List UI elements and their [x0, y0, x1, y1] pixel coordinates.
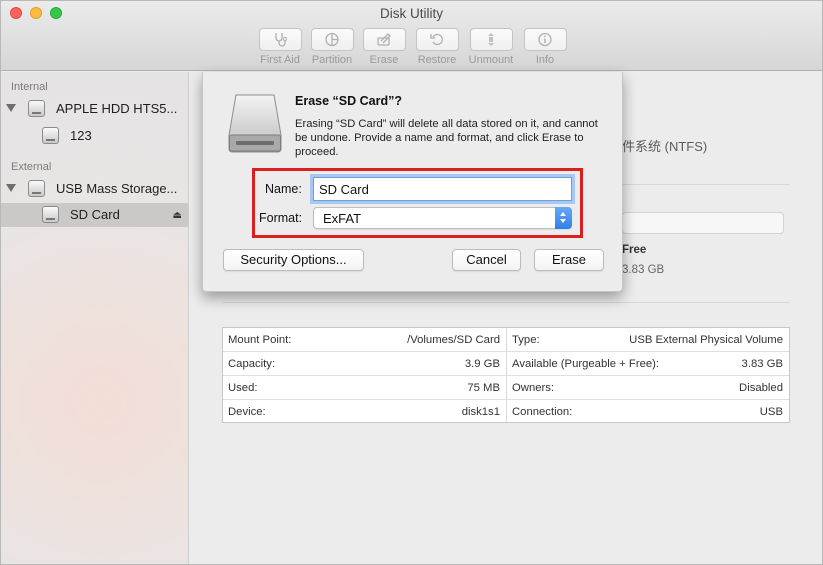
info-label: Info	[535, 54, 555, 66]
info-value: USB	[759, 406, 783, 418]
eject-icon[interactable]: ⏏	[173, 210, 182, 221]
restore-icon	[430, 33, 443, 46]
sidebar-item-label: 123	[70, 128, 92, 143]
external-disk-icon	[28, 180, 45, 197]
sidebar-item-label: USB Mass Storage...	[56, 181, 178, 196]
format-label: Format:	[259, 211, 303, 225]
unmount-icon	[488, 33, 494, 46]
usage-bar	[622, 212, 784, 234]
sidebar-item-sd-card[interactable]: SD Card ⏏	[1, 203, 188, 227]
first-aid-tool[interactable]: First Aid	[252, 28, 308, 66]
unmount-label: Unmount	[468, 54, 514, 66]
volume-info-table: Mount Point: /Volumes/SD Card Capacity: …	[222, 327, 790, 423]
unmount-tool[interactable]: Unmount	[463, 28, 519, 66]
format-selected-value: ExFAT	[323, 211, 362, 226]
format-select[interactable]: ExFAT	[313, 207, 572, 229]
info-row: Owners: Disabled	[507, 376, 789, 400]
volume-disk-icon	[42, 127, 59, 144]
erase-tool-label: Erase	[369, 54, 399, 66]
disclosure-triangle-icon[interactable]	[6, 104, 16, 112]
info-key: Owners:	[512, 382, 555, 394]
info-key: Used:	[228, 382, 258, 394]
free-label: Free	[622, 244, 647, 256]
info-value: disk1s1	[461, 406, 500, 418]
info-button[interactable]	[523, 28, 567, 51]
erase-tool[interactable]: Erase	[356, 28, 412, 66]
partition-tool[interactable]: Partition	[304, 28, 360, 66]
sd-card-disk-icon	[42, 206, 59, 223]
disk-utility-window: Disk Utility First Aid Partition Erase R…	[0, 0, 823, 565]
disclosure-triangle-icon[interactable]	[6, 184, 16, 192]
select-stepper-icon[interactable]	[555, 207, 572, 229]
partition-pie-icon	[325, 32, 339, 47]
window-title: Disk Utility	[380, 6, 443, 21]
sidebar-item-label: SD Card	[70, 207, 120, 222]
stethoscope-icon	[275, 33, 288, 47]
info-column-left: Mount Point: /Volumes/SD Card Capacity: …	[223, 328, 507, 422]
info-row: Device: disk1s1	[223, 400, 506, 424]
info-key: Device:	[228, 406, 266, 418]
restore-button[interactable]	[415, 28, 459, 51]
info-row: Available (Purgeable + Free): 3.83 GB	[507, 352, 789, 376]
info-value: Disabled	[739, 382, 783, 394]
erase-button[interactable]: Erase	[534, 249, 604, 271]
sidebar-internal-header: Internal	[11, 81, 48, 93]
info-key: Mount Point:	[228, 334, 292, 346]
sidebar-item-usb-mass-storage[interactable]: USB Mass Storage...	[1, 177, 188, 201]
info-icon	[538, 32, 552, 47]
erase-toolbar-button[interactable]	[362, 28, 406, 51]
first-aid-label: First Aid	[260, 54, 300, 66]
info-row: Type: USB External Physical Volume	[507, 328, 789, 352]
info-row: Used: 75 MB	[223, 376, 506, 400]
info-key: Type:	[512, 334, 540, 346]
free-value: 3.83 GB	[622, 264, 665, 276]
sidebar-item-apple-hdd[interactable]: APPLE HDD HTS5...	[1, 97, 188, 121]
info-value: 3.83 GB	[741, 358, 783, 370]
sidebar-item-123[interactable]: 123	[1, 124, 188, 148]
restore-label: Restore	[417, 54, 457, 66]
info-tool[interactable]: Info	[517, 28, 573, 66]
info-value: 75 MB	[467, 382, 500, 394]
dialog-title: Erase “SD Card”?	[295, 94, 402, 108]
info-key: Available (Purgeable + Free):	[512, 358, 660, 370]
info-column-right: Type: USB External Physical Volume Avail…	[507, 328, 789, 422]
name-label: Name:	[265, 182, 302, 196]
dialog-description: Erasing “SD Card” will delete all data s…	[295, 118, 598, 158]
sidebar-item-label: APPLE HDD HTS5...	[56, 101, 178, 116]
filesystem-label-fragment: 件系统 (NTFS)	[622, 139, 708, 154]
unmount-button[interactable]	[469, 28, 513, 51]
partition-button[interactable]	[310, 28, 354, 51]
divider	[623, 184, 790, 185]
sidebar: Internal APPLE HDD HTS5... 123 External …	[1, 72, 189, 564]
restore-tool[interactable]: Restore	[409, 28, 465, 66]
internal-disk-icon	[28, 100, 45, 117]
info-row: Capacity: 3.9 GB	[223, 352, 506, 376]
info-row: Mount Point: /Volumes/SD Card	[223, 328, 506, 352]
security-options-button[interactable]: Security Options...	[223, 249, 364, 271]
info-key: Capacity:	[228, 358, 276, 370]
info-key: Connection:	[512, 406, 573, 418]
title-bar: Disk Utility First Aid Partition Erase R…	[1, 1, 822, 71]
partition-label: Partition	[311, 54, 353, 66]
hard-drive-icon	[228, 94, 282, 153]
sidebar-external-header: External	[11, 161, 52, 173]
info-value: 3.9 GB	[464, 358, 500, 370]
name-field[interactable]	[310, 174, 575, 204]
erase-dialog-sheet: Erase “SD Card”? Erasing “SD Card” will …	[202, 72, 623, 292]
erase-icon	[377, 33, 391, 46]
first-aid-button[interactable]	[258, 28, 302, 51]
info-row: Connection: USB	[507, 400, 789, 424]
info-value: /Volumes/SD Card	[407, 334, 500, 346]
divider	[223, 302, 790, 303]
info-value: USB External Physical Volume	[629, 334, 783, 346]
cancel-button[interactable]: Cancel	[452, 249, 521, 271]
